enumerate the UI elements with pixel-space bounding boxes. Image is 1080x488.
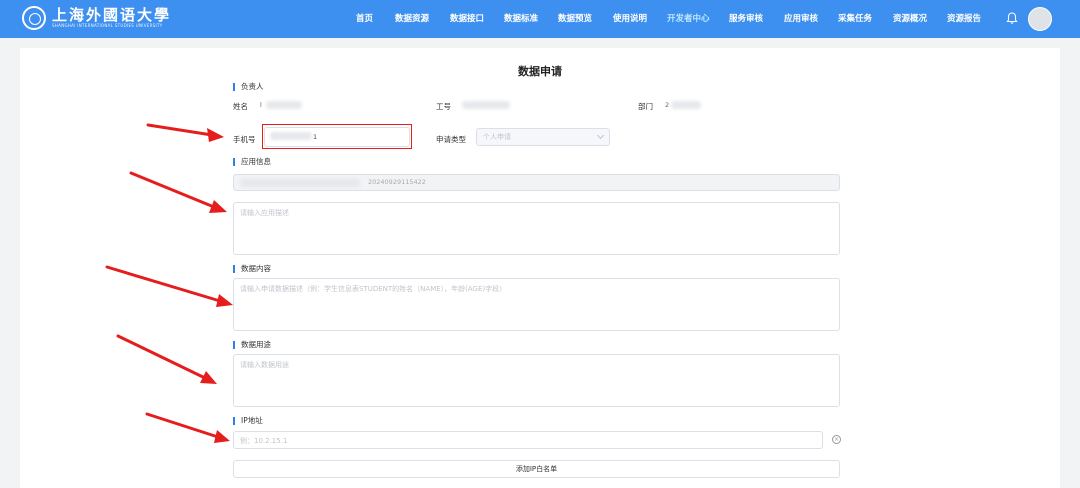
annotation-arrow-data-content	[105, 265, 233, 307]
annotation-arrow-ip-address	[145, 412, 230, 443]
annotation-arrow-data-usage	[116, 334, 217, 384]
annotation-arrows	[105, 123, 233, 443]
annotation-arrow-phone	[146, 123, 224, 142]
annotation-arrow-app-info	[129, 171, 227, 213]
